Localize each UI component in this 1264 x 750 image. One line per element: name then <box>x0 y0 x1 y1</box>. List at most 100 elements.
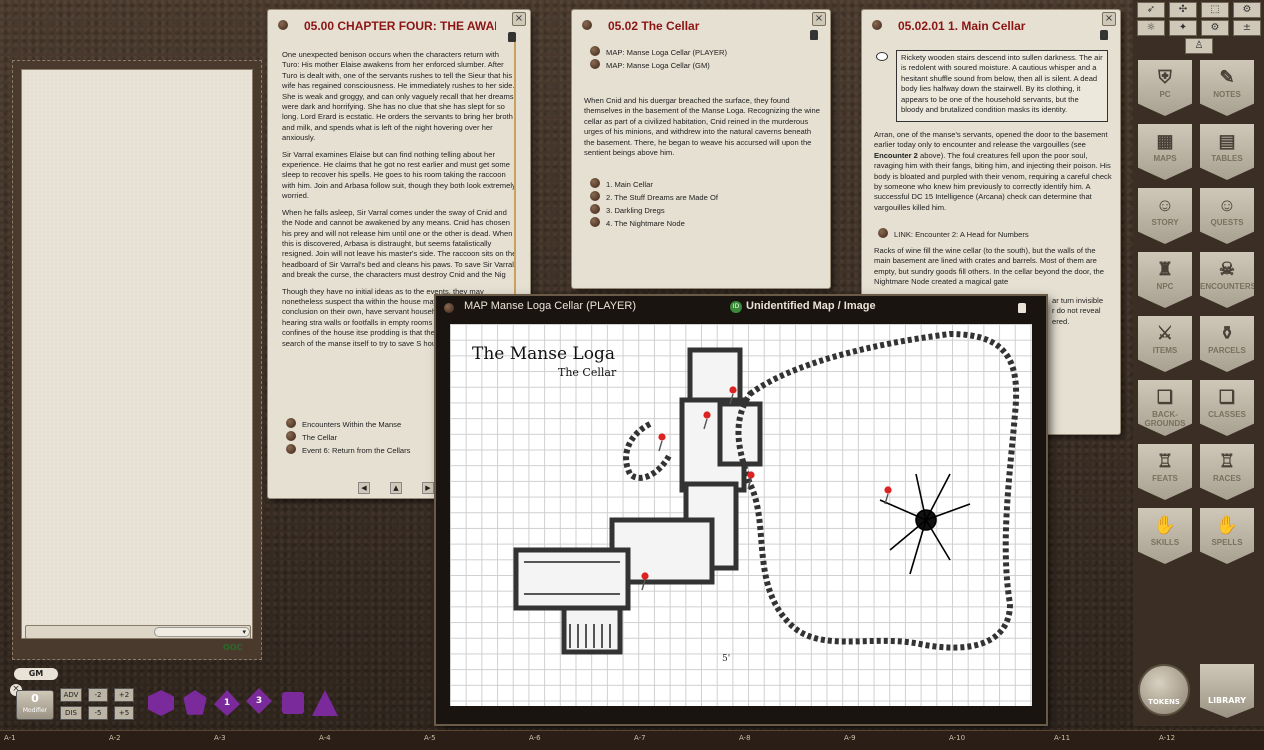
story-title: 05.00 CHAPTER FOUR: THE AWAKENI <box>278 16 496 36</box>
sidebar-tab-label: NOTES <box>1213 90 1241 99</box>
chat-log[interactable] <box>21 69 253 639</box>
plus5-button[interactable]: +5 <box>114 706 134 720</box>
helmet-icon: ♜ <box>1138 252 1192 282</box>
modifier-value: 0 <box>17 691 53 707</box>
modifier-label: Modifier <box>17 707 53 715</box>
area-link[interactable]: 2. The Stuff Dreams are Made Of <box>590 191 718 204</box>
close-button[interactable]: × <box>812 12 826 26</box>
map-titlebar[interactable]: MAP Manse Loga Cellar (PLAYER) ID Uniden… <box>436 296 1046 320</box>
map-icon: ▦ <box>1138 124 1192 154</box>
ruler-label: A-6 <box>529 734 541 742</box>
minus2-button[interactable]: -2 <box>88 688 108 702</box>
lighting-tool-button[interactable]: ☼ <box>1137 20 1165 36</box>
lock-icon[interactable] <box>1018 303 1026 313</box>
up-page-button[interactable]: ▲ <box>390 482 402 494</box>
id-icon[interactable]: ID <box>730 301 742 313</box>
record-icon[interactable] <box>444 303 454 313</box>
gm-badge: GM <box>14 668 58 680</box>
main-cellar-paragraph-2: Racks of wine fill the wine cellar (to t… <box>874 246 1112 288</box>
tokens-button[interactable]: TOKENS <box>1138 664 1190 716</box>
sidebar-tab-label: SKILLS <box>1151 538 1179 547</box>
cellar-map-drawing <box>450 324 1032 706</box>
cellar-paragraph: When Cnid and his duergar breached the s… <box>584 96 820 158</box>
story-paragraph: One unexpected benison occurs when the c… <box>282 50 518 144</box>
lock-icon[interactable] <box>810 30 818 40</box>
language-dropdown[interactable]: ▾ <box>154 627 250 637</box>
d10-icon[interactable]: 1 <box>214 690 240 716</box>
ruler-label: A-3 <box>214 734 226 742</box>
sidebar-tab-label: PC <box>1159 90 1170 99</box>
masks-icon: ☺ <box>1138 188 1192 218</box>
sidebar-tab-label: ITEMS <box>1153 346 1177 355</box>
d4-icon[interactable] <box>312 690 338 716</box>
helm-icon: ♖ <box>1138 444 1192 474</box>
map-link[interactable]: MAP: Manse Loga Cellar (GM) <box>590 59 727 72</box>
shield-icon: ⛨ <box>1138 60 1192 90</box>
library-button[interactable]: LIBRARY <box>1200 664 1254 718</box>
ruler-label: A-8 <box>739 734 751 742</box>
sidebar-tab-label: SPELLS <box>1211 538 1242 547</box>
speech-bubble-icon <box>876 52 888 61</box>
prev-page-button[interactable]: ◀ <box>358 482 370 494</box>
book-icon: ❏ <box>1200 380 1254 410</box>
cellar-title: 05.02 The Cellar <box>582 16 796 36</box>
map-id-title: Unidentified Map / Image <box>746 300 876 312</box>
map-link[interactable]: MAP: Manse Loga Cellar (PLAYER) <box>590 46 727 59</box>
monster-icon: ☠ <box>1200 252 1254 282</box>
sidebar-tab-label: QUESTS <box>1211 218 1244 227</box>
area-link[interactable]: 3. Darkling Dregs <box>590 204 718 217</box>
sidebar-tab-label: RACES <box>1213 474 1241 483</box>
ooc-toggle[interactable]: OOC <box>223 643 251 653</box>
close-button[interactable]: × <box>1102 12 1116 26</box>
ruler-label: A-7 <box>634 734 646 742</box>
lock-icon[interactable] <box>508 32 516 42</box>
character-button[interactable]: ♙ <box>1185 38 1213 54</box>
ruler-label: A-4 <box>319 734 331 742</box>
table-icon: ▤ <box>1200 124 1254 154</box>
story-paragraph: Sir Varral examines Elaise but can find … <box>282 150 518 202</box>
close-button[interactable]: × <box>512 12 526 26</box>
ruler-label: A-2 <box>109 734 121 742</box>
story-window-cellar[interactable]: 05.02 The Cellar × MAP: Manse Loga Cella… <box>572 10 830 288</box>
minus5-button[interactable]: -5 <box>88 706 108 720</box>
map-window[interactable]: MAP Manse Loga Cellar (PLAYER) ID Uniden… <box>436 296 1046 724</box>
settings-gear-button[interactable]: ⚙ <box>1201 20 1229 36</box>
story-paragraph: When he falls asleep, Sir Varral comes u… <box>282 208 518 281</box>
sidebar-tab-label: TABLES <box>1211 154 1242 163</box>
encounter-link[interactable]: LINK: Encounter 2: A Head for Numbers <box>878 228 1029 241</box>
main-cellar-title: 05.02.01 1. Main Cellar <box>872 16 1086 36</box>
scale-label: 5' <box>722 654 730 664</box>
main-cellar-paragraph: Arran, one of the manse's servants, open… <box>874 130 1112 213</box>
zoom-button[interactable]: ± <box>1233 20 1261 36</box>
ruler-label: A-12 <box>1159 734 1175 742</box>
swords-icon: ⚔ <box>1138 316 1192 346</box>
area-link[interactable]: 1. Main Cellar <box>590 178 718 191</box>
map-window-title: MAP Manse Loga Cellar (PLAYER) <box>464 300 636 312</box>
ruler-label: A-10 <box>949 734 965 742</box>
target-tool-button[interactable]: ✣ <box>1169 2 1197 18</box>
book-icon: ❏ <box>1138 380 1192 410</box>
sidebar-tab-label: MAPS <box>1153 154 1176 163</box>
next-page-button[interactable]: ▶ <box>422 482 434 494</box>
sidebar-tab-label: PARCELS <box>1208 346 1246 355</box>
d12-icon[interactable] <box>182 690 208 716</box>
plus2-button[interactable]: +2 <box>114 688 134 702</box>
adv-button[interactable]: ADV <box>60 688 82 702</box>
modifier-box[interactable]: 0 Modifier <box>16 690 54 720</box>
sidebar-tab-label: CLASSES <box>1208 410 1246 419</box>
d20-icon[interactable] <box>148 690 174 716</box>
options-button[interactable]: ⚙ <box>1233 2 1261 18</box>
select-tool-button[interactable]: ⬚ <box>1201 2 1229 18</box>
chat-input[interactable]: ▾ <box>25 625 251 639</box>
dis-button[interactable]: DIS <box>60 706 82 720</box>
pointer-tool-button[interactable]: ➶ <box>1137 2 1165 18</box>
boxed-text: Rickety wooden stairs descend into sulle… <box>896 50 1108 122</box>
area-link[interactable]: 4. The Nightmare Node <box>590 217 718 230</box>
masks-icon: ☺ <box>1200 188 1254 218</box>
d6-icon[interactable] <box>282 692 304 714</box>
effects-button[interactable]: ✦ <box>1169 20 1197 36</box>
cellar-area-links: 1. Main Cellar 2. The Stuff Dreams are M… <box>590 178 718 230</box>
lock-icon[interactable] <box>1100 30 1108 40</box>
map-image[interactable]: The Manse Loga The Cellar <box>450 324 1032 706</box>
d8-icon[interactable]: 3 <box>246 688 272 714</box>
